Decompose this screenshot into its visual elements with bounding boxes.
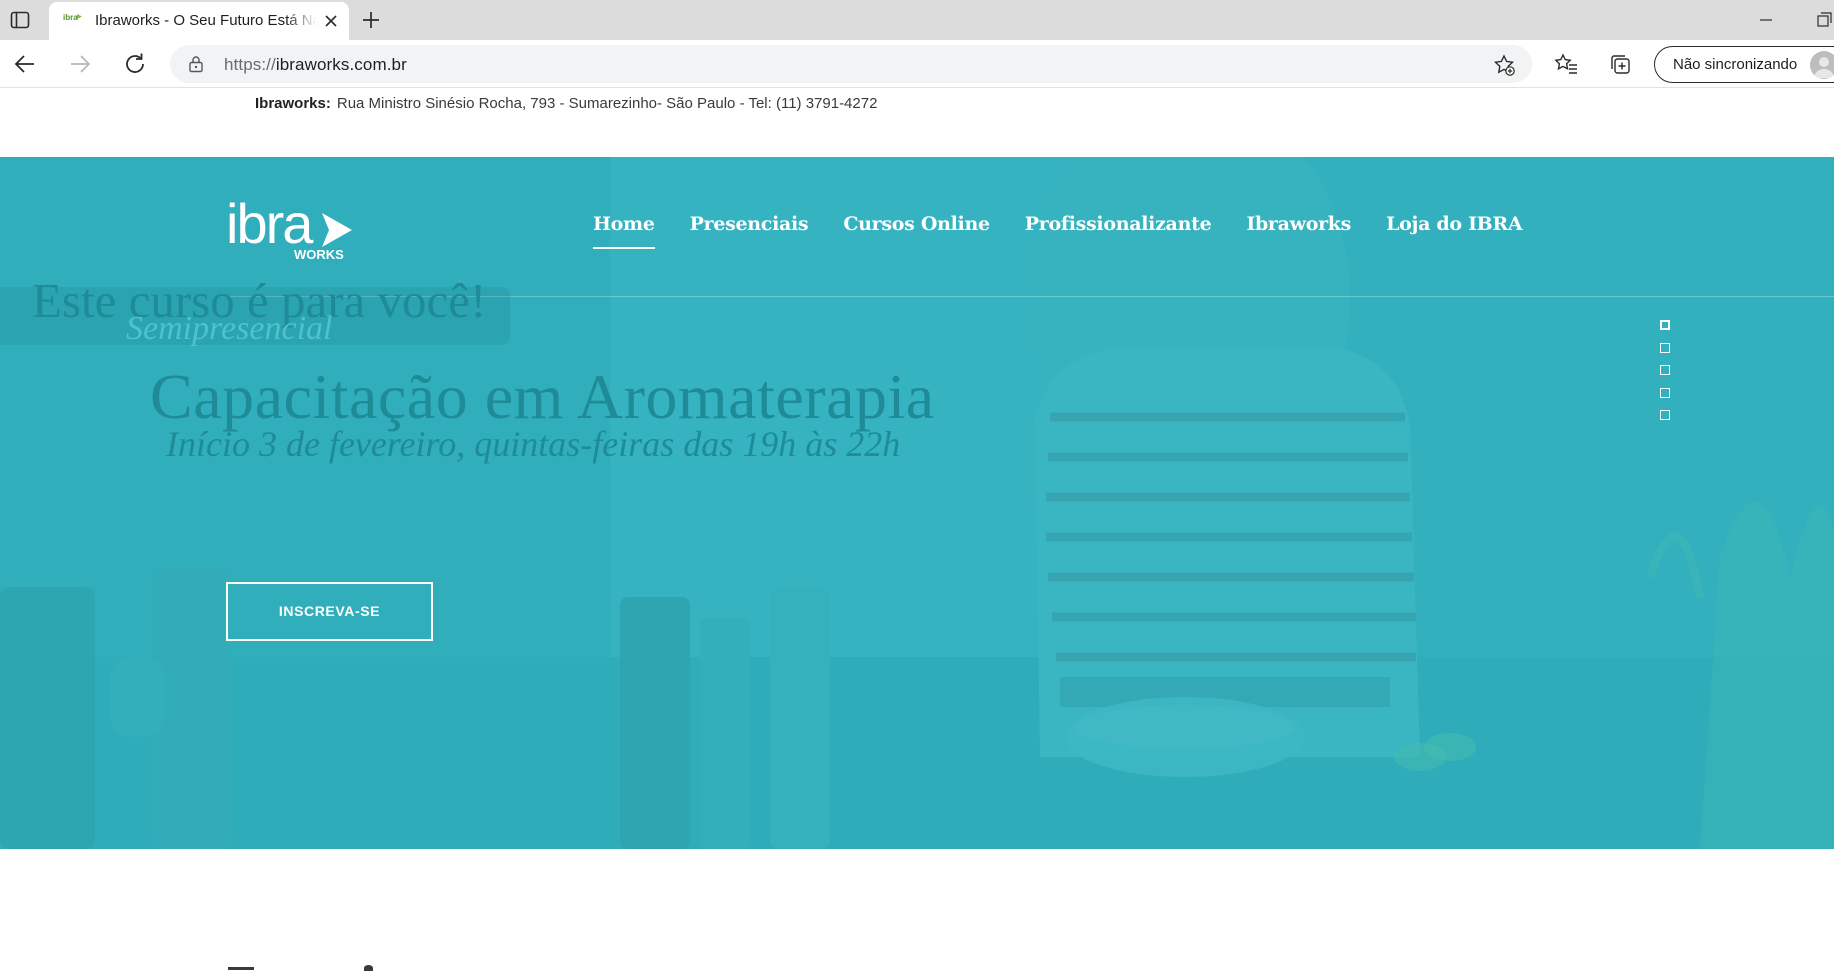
slider-pagination (1660, 320, 1672, 433)
slider-dot-3[interactable] (1660, 365, 1670, 375)
url-host: ibraworks.com.br (275, 55, 407, 74)
forward-arrow-icon[interactable] (66, 50, 94, 78)
nav-cursos-online[interactable]: Cursos Online (843, 213, 990, 235)
close-tab-icon[interactable] (321, 11, 341, 31)
reload-icon[interactable] (121, 50, 149, 78)
hero-slider: ibra WORKS Home Presenciais Cursos Online P… (0, 157, 1834, 849)
web-page: Ibraworks: Rua Ministro Sinésio Rocha, 79… (0, 89, 1834, 977)
nav-profissionalizante[interactable]: Profissionalizante (1025, 213, 1212, 235)
back-arrow-icon[interactable] (11, 50, 39, 78)
browser-tab-active[interactable]: ibra Ibraworks - O Seu Futuro Está Na (49, 2, 349, 40)
next-section (0, 849, 1834, 977)
collections-icon[interactable] (1608, 52, 1634, 78)
logo-arrow-icon (322, 213, 352, 247)
sync-status-label: Não sincronizando (1673, 56, 1798, 73)
nav-home[interactable]: Home (593, 213, 655, 249)
favorites-icon[interactable] (1553, 52, 1579, 78)
slider-dot-4[interactable] (1660, 387, 1670, 398)
hero-kicker-sub: Semipresencial (126, 310, 333, 347)
lock-icon[interactable] (188, 55, 204, 73)
profile-sync-button[interactable]: Não sincronizando (1654, 46, 1834, 83)
nav-presenciais[interactable]: Presenciais (690, 213, 809, 235)
slider-dot-1[interactable] (1660, 320, 1670, 330)
slider-dot-2[interactable] (1660, 342, 1670, 353)
tab-actions-icon[interactable] (8, 8, 32, 32)
logo-main-text: ibra (226, 193, 314, 255)
svg-text:ibra: ibra (63, 13, 78, 22)
inscreva-se-button[interactable]: INSCREVA-SE (226, 582, 433, 641)
contact-topbar: Ibraworks: Rua Ministro Sinésio Rocha, 79… (0, 89, 1834, 157)
browser-toolbar: https://ibraworks.com.br Não sincronizan… (0, 40, 1834, 88)
add-favorite-icon[interactable] (1492, 53, 1516, 77)
nav-ibraworks[interactable]: Ibraworks (1246, 213, 1351, 235)
url-scheme: https:// (224, 55, 276, 74)
url-text[interactable]: https://ibraworks.com.br (224, 55, 407, 75)
address-bar[interactable]: https://ibraworks.com.br (170, 45, 1532, 83)
section-heading-fragment (228, 967, 254, 970)
new-tab-icon[interactable] (358, 7, 384, 33)
topbar-address: Rua Ministro Sinésio Rocha, 793 - Sumare… (336, 95, 878, 112)
site-favicon-icon: ibra (63, 11, 83, 25)
topbar-brand: Ibraworks: (255, 95, 331, 112)
section-heading-fragment (364, 965, 373, 971)
logo-sub-text: WORKS (294, 247, 344, 262)
ibraworks-logo[interactable]: ibra WORKS (226, 192, 356, 263)
profile-avatar-icon (1810, 51, 1834, 79)
tab-title: Ibraworks - O Seu Futuro Está Na (95, 12, 317, 29)
minimize-window-icon[interactable] (1754, 10, 1778, 30)
browser-tab-strip: ibra Ibraworks - O Seu Futuro Está Na (0, 0, 1834, 40)
contact-info: Ibraworks: Rua Ministro Sinésio Rocha, 79… (255, 95, 877, 112)
maximize-window-icon[interactable] (1812, 10, 1834, 30)
hero-subtitle: Início 3 de fevereiro, quintas-feiras da… (166, 424, 901, 464)
slider-dot-5[interactable] (1660, 410, 1670, 420)
nav-loja-do-ibra[interactable]: Loja do IBRA (1386, 213, 1523, 235)
main-navigation: Home Presenciais Cursos Online Profissional… (593, 213, 1557, 249)
